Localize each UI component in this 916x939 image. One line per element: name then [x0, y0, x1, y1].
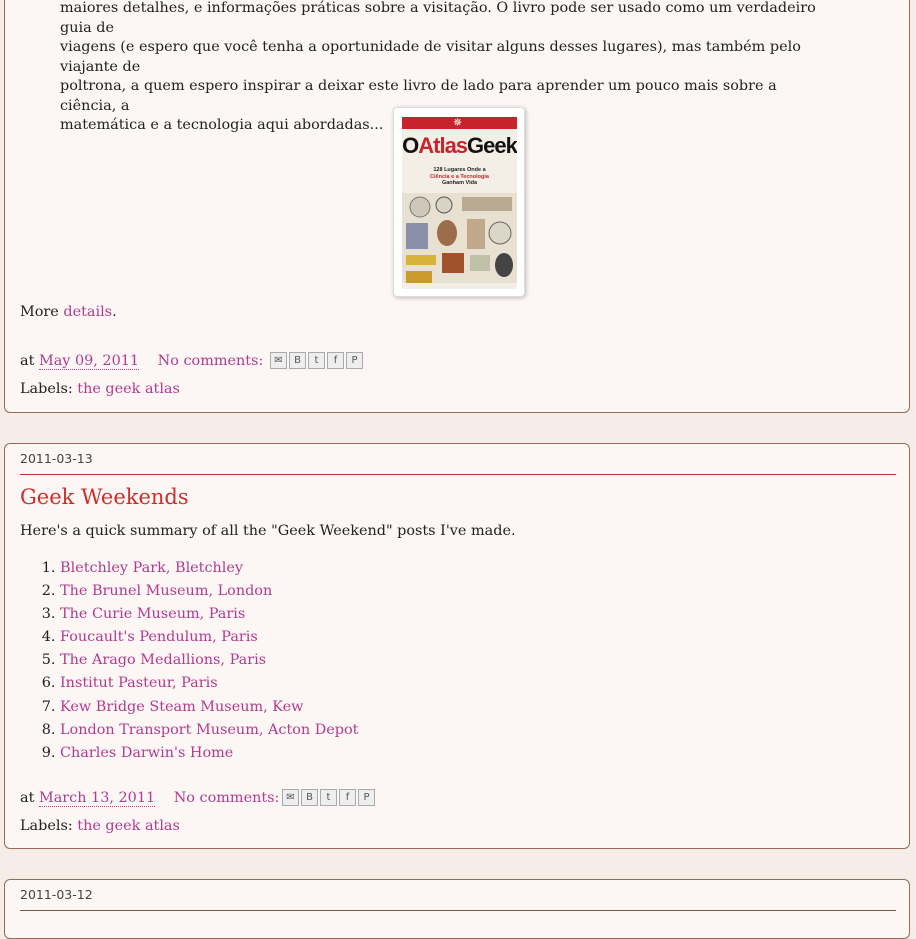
list-item: Foucault's Pendulum, Paris — [60, 626, 660, 649]
date-header-text: 2011-03-12 — [20, 887, 93, 902]
post-date-link[interactable]: May 09, 2011 — [38, 353, 140, 370]
post-title[interactable]: Geek Weekends — [20, 484, 189, 510]
blogthis-icon[interactable]: B — [301, 789, 318, 806]
book-cover: ✵ OAtlasGeek 128 Lugares Onde a Ciência … — [402, 117, 517, 289]
email-icon[interactable]: ✉ — [282, 789, 299, 806]
list-item: The Arago Medallions, Paris — [60, 649, 660, 672]
date-header: 2011-03-13 — [20, 448, 896, 475]
list-item-link[interactable]: Charles Darwin's Home — [60, 745, 233, 761]
comments-link[interactable]: No comments: — [174, 790, 280, 806]
facebook-icon[interactable]: f — [327, 352, 344, 369]
book-cover-image[interactable]: ✵ OAtlasGeek 128 Lugares Onde a Ciência … — [393, 107, 525, 297]
post-container: 2011-03-12 — [4, 879, 910, 939]
pinterest-icon[interactable]: P — [358, 789, 375, 806]
twitter-icon[interactable]: t — [308, 352, 325, 369]
labels-line: Labels: the geek atlas — [20, 817, 180, 835]
share-buttons: ✉ B t f P — [270, 352, 365, 370]
body-line: viagens (e espero que você tenha a oport… — [60, 39, 801, 75]
list-item-link[interactable]: Bletchley Park, Bletchley — [60, 560, 243, 576]
list-item: The Curie Museum, Paris — [60, 603, 660, 626]
list-item-link[interactable]: The Arago Medallions, Paris — [60, 652, 266, 668]
post-container: maiores detalhes, e informações práticas… — [4, 0, 910, 413]
labels-line: Labels: the geek atlas — [20, 380, 180, 398]
post-footer-line: at May 09, 2011 No comments: — [20, 352, 263, 370]
list-item: Bletchley Park, Bletchley — [60, 557, 660, 580]
list-item-link[interactable]: The Brunel Museum, London — [60, 583, 272, 599]
twitter-icon[interactable]: t — [320, 789, 337, 806]
list-item: London Transport Museum, Acton Depot — [60, 719, 660, 742]
list-item: The Brunel Museum, London — [60, 580, 660, 603]
more-suffix: . — [112, 304, 117, 320]
more-details-line: More details. — [20, 303, 117, 321]
cover-subtitle-line: Ganham Vida — [441, 180, 478, 186]
post-summary: Here's a quick summary of all the "Geek … — [20, 523, 516, 539]
cover-collage-illustration — [402, 193, 517, 289]
label-link[interactable]: the geek atlas — [77, 818, 180, 834]
comments-link[interactable]: No comments: — [158, 353, 264, 369]
more-prefix: More — [20, 304, 59, 320]
blogthis-icon[interactable]: B — [289, 352, 306, 369]
body-line: maiores detalhes, e informações práticas… — [60, 0, 816, 36]
list-item-link[interactable]: Foucault's Pendulum, Paris — [60, 629, 258, 645]
labels-label: Labels: — [20, 818, 73, 834]
list-item: Charles Darwin's Home — [60, 742, 660, 765]
list-item-link[interactable]: Institut Pasteur, Paris — [60, 675, 218, 691]
list-item: Institut Pasteur, Paris — [60, 672, 660, 695]
post-container: 2011-03-13 Geek Weekends Here's a quick … — [4, 443, 910, 849]
compass-icon: ✵ — [453, 117, 463, 129]
list-item-link[interactable]: The Curie Museum, Paris — [60, 606, 245, 622]
at-label: at — [20, 353, 35, 369]
email-icon[interactable]: ✉ — [270, 352, 287, 369]
geek-weekend-list: Bletchley Park, Bletchley The Brunel Mus… — [20, 557, 660, 765]
cover-title-o: O — [402, 133, 419, 158]
label-link[interactable]: the geek atlas — [77, 381, 180, 397]
details-link[interactable]: details — [63, 304, 112, 320]
list-item-link[interactable]: Kew Bridge Steam Museum, Kew — [60, 699, 303, 715]
post-date-link[interactable]: March 13, 2011 — [38, 790, 156, 807]
pinterest-icon[interactable]: P — [346, 352, 363, 369]
post-footer-line: at March 13, 2011 No comments: — [20, 789, 279, 807]
cover-title-atlas: Atlas — [418, 133, 468, 158]
cover-subtitle: 128 Lugares Onde a Ciência e a Tecnologi… — [417, 167, 502, 187]
cover-title-geek: Geek — [467, 133, 517, 158]
share-buttons: ✉ B t f P — [282, 789, 377, 807]
labels-label: Labels: — [20, 381, 73, 397]
date-header: 2011-03-12 — [20, 884, 896, 911]
list-item: Kew Bridge Steam Museum, Kew — [60, 696, 660, 719]
at-label: at — [20, 790, 35, 806]
list-item-link[interactable]: London Transport Museum, Acton Depot — [60, 722, 358, 738]
facebook-icon[interactable]: f — [339, 789, 356, 806]
cover-title: OAtlasGeek — [402, 133, 517, 159]
date-header-text: 2011-03-13 — [20, 451, 93, 466]
